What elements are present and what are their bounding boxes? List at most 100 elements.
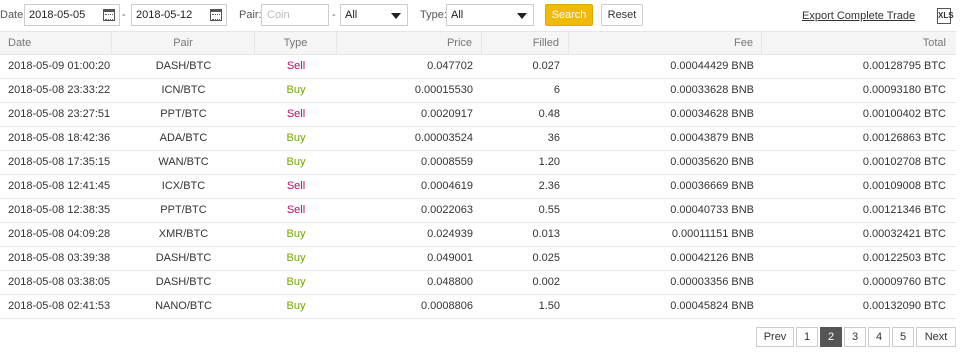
cell-filled: 1.50 <box>538 300 560 312</box>
cell-filled: 0.002 <box>532 276 560 288</box>
cell-total: 0.00109008 BTC <box>862 180 946 192</box>
page-button-4[interactable]: 4 <box>868 327 890 347</box>
cell-price: 0.00003524 <box>414 132 473 144</box>
cell-type: Buy <box>286 252 306 264</box>
table-row: 2018-05-08 03:38:05 DASH/BTC Buy 0.048800 0.… <box>0 271 956 295</box>
cell-fee: 0.00045824 BNB <box>670 300 754 312</box>
cell-date: 2018-05-08 03:38:05 <box>8 276 111 288</box>
cell-fee: 0.00036669 BNB <box>670 180 754 192</box>
cell-type: Buy <box>286 156 306 168</box>
trade-history-table: Date Pair Type Price Filled Fee Total 20… <box>0 31 956 319</box>
cell-filled: 0.025 <box>532 252 560 264</box>
table-header-row: Date Pair Type Price Filled Fee Total <box>0 32 956 55</box>
date-separator: - <box>122 9 126 21</box>
search-button[interactable]: Search <box>545 4 593 26</box>
cell-pair: NANO/BTC <box>155 300 212 312</box>
type-label: Type: <box>420 9 447 21</box>
cell-price: 0.0008806 <box>421 300 473 312</box>
cell-type: Buy <box>286 276 306 288</box>
page-button-1[interactable]: 1 <box>796 327 818 347</box>
calendar-icon[interactable] <box>103 9 115 21</box>
cell-fee: 0.00003356 BNB <box>670 276 754 288</box>
cell-total: 0.00132090 BTC <box>862 300 946 312</box>
table-row: 2018-05-08 18:42:36 ADA/BTC Buy 0.00003524 3… <box>0 127 956 151</box>
pair-separator: - <box>332 9 336 21</box>
date-from-input[interactable]: 2018-05-05 <box>24 4 120 26</box>
cell-price: 0.049001 <box>427 252 473 264</box>
type-value: All <box>451 9 464 21</box>
cell-filled: 0.013 <box>532 228 560 240</box>
page-button-2[interactable]: 2 <box>820 327 842 347</box>
cell-pair: DASH/BTC <box>155 276 212 288</box>
cell-date: 2018-05-08 12:38:35 <box>8 204 111 216</box>
cell-total: 0.00126863 BTC <box>862 132 946 144</box>
page-button-5[interactable]: 5 <box>892 327 914 347</box>
cell-date: 2018-05-08 12:41:45 <box>8 180 111 192</box>
filter-bar: Date: 2018-05-05 - 2018-05-12 Pair: Coin… <box>0 4 960 46</box>
table-body: 2018-05-09 01:00:20 DASH/BTC Sell 0.047702 0… <box>0 55 956 319</box>
table-row: 2018-05-08 04:09:28 XMR/BTC Buy 0.024939 0.0… <box>0 223 956 247</box>
cell-type: Buy <box>286 300 306 312</box>
cell-fee: 0.00034628 BNB <box>670 108 754 120</box>
cell-filled: 2.36 <box>538 180 560 192</box>
table-row: 2018-05-08 03:39:38 DASH/BTC Buy 0.049001 0.… <box>0 247 956 271</box>
date-from-value: 2018-05-05 <box>29 9 86 21</box>
header-filled: Filled <box>482 32 569 54</box>
cell-pair: ADA/BTC <box>159 132 208 144</box>
table-row: 2018-05-08 23:33:22 ICN/BTC Buy 0.00015530 6… <box>0 79 956 103</box>
date-to-input[interactable]: 2018-05-12 <box>131 4 227 26</box>
calendar-icon[interactable] <box>210 9 222 21</box>
cell-price: 0.047702 <box>427 60 473 72</box>
cell-fee: 0.00011151 BNB <box>671 228 754 240</box>
cell-date: 2018-05-08 02:41:53 <box>8 300 111 312</box>
cell-price: 0.024939 <box>427 228 473 240</box>
cell-type: Buy <box>286 84 306 96</box>
cell-price: 0.0022063 <box>421 204 473 216</box>
cell-total: 0.00032421 BTC <box>862 228 946 240</box>
cell-fee: 0.00042126 BNB <box>670 252 754 264</box>
cell-pair: PPT/BTC <box>160 204 207 216</box>
table-row: 2018-05-08 17:35:15 WAN/BTC Buy 0.0008559 1.… <box>0 151 956 175</box>
table-row: 2018-05-09 01:00:20 DASH/BTC Sell 0.047702 0… <box>0 55 956 79</box>
header-fee: Fee <box>569 32 762 54</box>
cell-fee: 0.00040733 BNB <box>670 204 754 216</box>
cell-price: 0.0008559 <box>421 156 473 168</box>
header-total: Total <box>922 37 946 49</box>
cell-total: 0.00093180 BTC <box>862 84 946 96</box>
export-trade-history-link[interactable]: Export Complete Trade History <box>802 4 934 46</box>
cell-filled: 36 <box>547 132 560 144</box>
header-pair: Pair <box>112 32 255 54</box>
cell-date: 2018-05-08 04:09:28 <box>8 228 111 240</box>
cell-type: Sell <box>286 180 306 192</box>
cell-date: 2018-05-08 23:27:51 <box>8 108 111 120</box>
cell-total: 0.00102708 BTC <box>862 156 946 168</box>
cell-pair: PPT/BTC <box>160 108 207 120</box>
pair-quote-select[interactable]: All <box>340 4 408 26</box>
cell-price: 0.00015530 <box>414 84 473 96</box>
page-button-3[interactable]: 3 <box>844 327 866 347</box>
cell-filled: 6 <box>553 84 560 96</box>
cell-pair: XMR/BTC <box>158 228 209 240</box>
cell-fee: 0.00035620 BNB <box>670 156 754 168</box>
reset-button[interactable]: Reset <box>601 4 643 26</box>
excel-icon[interactable]: XLS <box>937 8 954 24</box>
header-type: Type <box>255 32 337 54</box>
next-page-button[interactable]: Next <box>916 327 956 347</box>
cell-pair: WAN/BTC <box>158 156 209 168</box>
cell-filled: 0.55 <box>538 204 560 216</box>
table-row: 2018-05-08 23:27:51 PPT/BTC Sell 0.0020917 0… <box>0 103 956 127</box>
cell-date: 2018-05-08 18:42:36 <box>8 132 111 144</box>
type-select[interactable]: All <box>446 4 534 26</box>
cell-date: 2018-05-08 17:35:15 <box>8 156 111 168</box>
chevron-down-icon <box>517 13 527 19</box>
prev-page-button[interactable]: Prev <box>756 327 794 347</box>
cell-price: 0.0004619 <box>421 180 473 192</box>
cell-date: 2018-05-08 03:39:38 <box>8 252 111 264</box>
pair-label: Pair: <box>239 9 262 21</box>
header-price: Price <box>337 32 482 54</box>
cell-total: 0.00100402 BTC <box>862 108 946 120</box>
cell-total: 0.00122503 BTC <box>862 252 946 264</box>
cell-pair: DASH/BTC <box>155 252 212 264</box>
cell-fee: 0.00033628 BNB <box>670 84 754 96</box>
pair-coin-input[interactable]: Coin <box>261 4 329 26</box>
